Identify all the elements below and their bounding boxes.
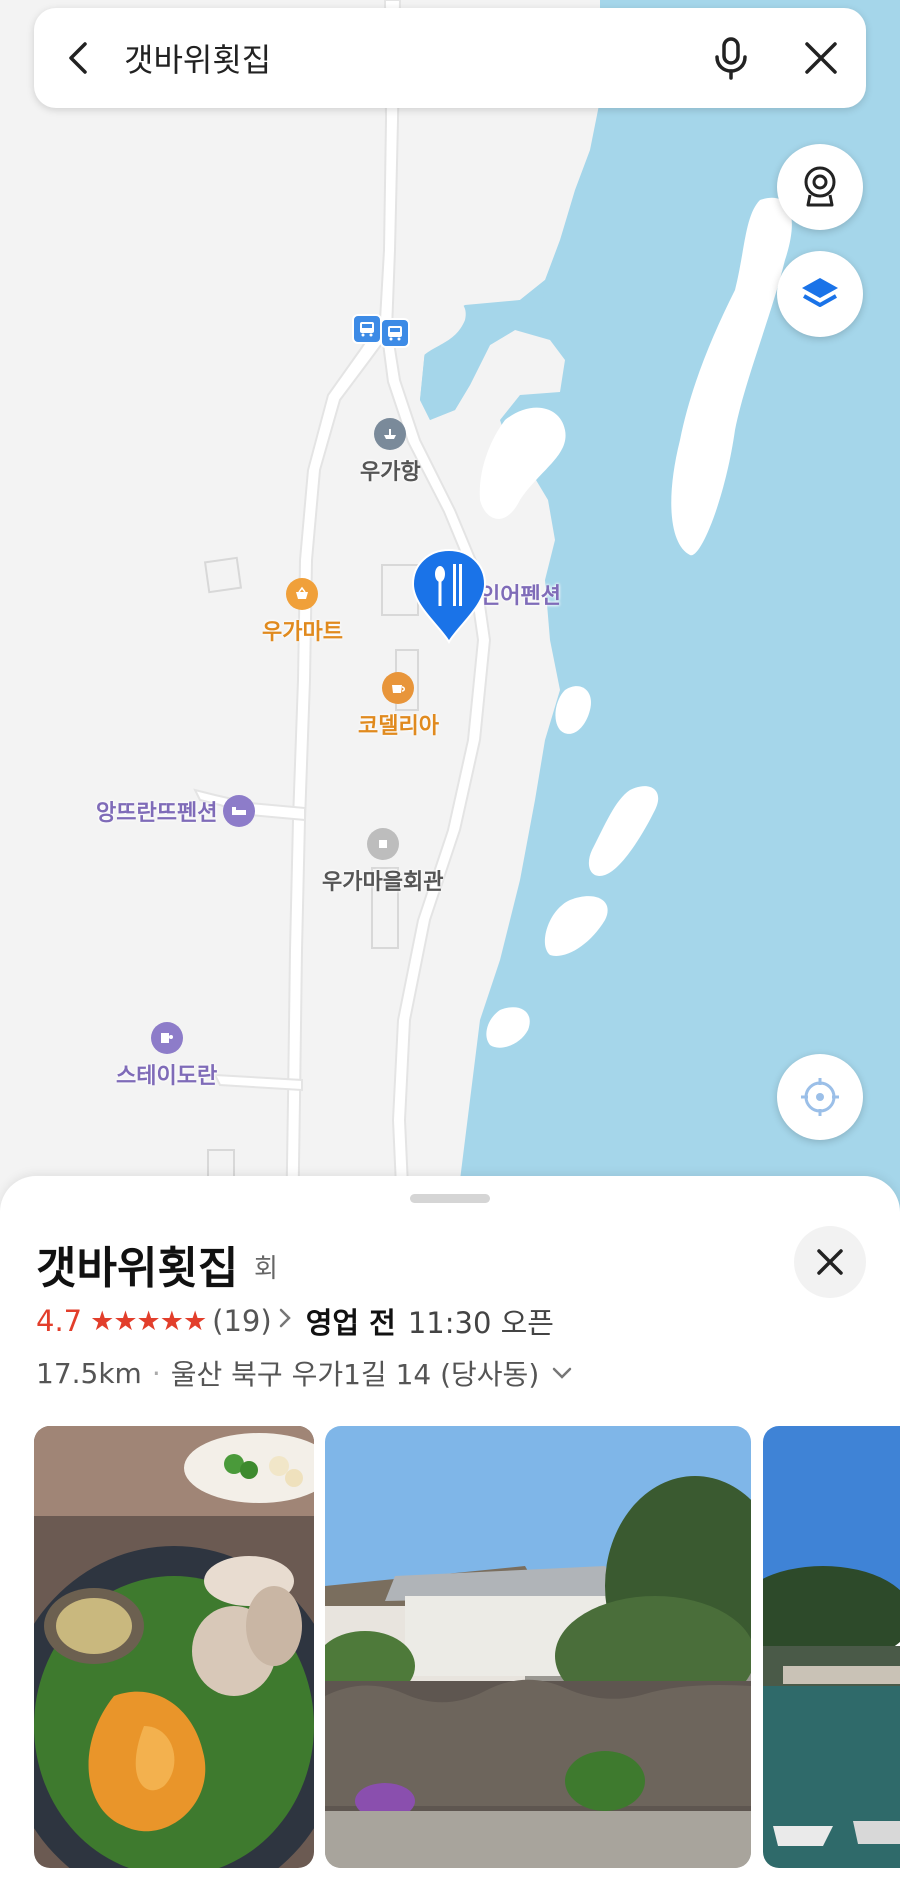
- place-marker-pin[interactable]: [410, 548, 488, 645]
- photo-harbor[interactable]: [763, 1426, 900, 1868]
- place-detail-sheet[interactable]: 갯바위횟집 회 4.7 ★★★★★ (19) 영업 전 11:30 오픈 17.…: [0, 1176, 900, 1892]
- chevron-right-icon[interactable]: [278, 1306, 292, 1336]
- poi-label: 우가마트: [262, 620, 343, 645]
- place-category: 회: [254, 1254, 278, 1284]
- chevron-down-icon[interactable]: [551, 1366, 573, 1380]
- business-status: 영업 전: [305, 1306, 396, 1340]
- map-view[interactable]: 우가항 우가마트 코델리아 앙뜨란뜨펜션 우가마을회관 스테이도란 인어펜션 갯…: [0, 0, 900, 1230]
- rating-score: 4.7: [36, 1304, 83, 1338]
- poi-label: 우가항: [360, 460, 421, 485]
- poi-label: 인어펜션: [480, 584, 561, 609]
- bus-stop-icon[interactable]: [352, 314, 382, 344]
- review-count-link[interactable]: (19): [212, 1304, 272, 1338]
- rating-row: 4.7 ★★★★★ (19) 영업 전 11:30 오픈: [36, 1300, 554, 1342]
- roadview-camera-icon: [804, 166, 836, 207]
- bed-icon: [223, 795, 256, 827]
- rating-stars: ★★★★★: [90, 1305, 207, 1337]
- distance: 17.5km: [36, 1356, 142, 1390]
- back-button[interactable]: [34, 8, 124, 108]
- map-layers-button[interactable]: [777, 251, 863, 337]
- close-sheet-button[interactable]: [794, 1226, 866, 1298]
- crosshair-icon: [801, 1078, 839, 1116]
- layers-icon: [802, 278, 838, 307]
- poi-cafe[interactable]: 코델리아: [358, 672, 439, 740]
- restaurant-pin-icon: [411, 548, 487, 645]
- chevron-left-icon: [69, 42, 87, 74]
- address-row[interactable]: 17.5km · 울산 북구 우가1길 14 (당사동): [36, 1353, 573, 1393]
- poi-harbor[interactable]: 우가항: [360, 418, 421, 486]
- photo-food[interactable]: [34, 1426, 314, 1868]
- shopping-basket-icon: [286, 578, 319, 610]
- poi-label: 스테이도란: [116, 1064, 218, 1089]
- poi-pension-1[interactable]: 앙뜨란뜨펜션: [96, 795, 256, 827]
- microphone-icon: [715, 37, 747, 80]
- poi-label: 앙뜨란뜨펜션: [96, 801, 218, 826]
- search-bar[interactable]: 갯바위횟집: [34, 8, 866, 108]
- search-query[interactable]: 갯바위횟집: [124, 35, 686, 81]
- poi-village-hall[interactable]: 우가마을회관: [322, 828, 443, 896]
- hotel-icon: [150, 1022, 183, 1054]
- poi-label: 코델리아: [358, 714, 439, 739]
- poi-label: 우가마을회관: [322, 870, 444, 895]
- poi-stay[interactable]: 스테이도란: [116, 1022, 217, 1090]
- building-icon: [366, 828, 399, 860]
- harbor-icon: [374, 418, 407, 450]
- separator-dot: ·: [151, 1356, 161, 1390]
- poi-pension-2[interactable]: 인어펜션: [480, 578, 561, 610]
- address: 울산 북구 우가1길 14 (당사동): [170, 1358, 540, 1391]
- place-name: 갯바위횟집: [36, 1243, 239, 1294]
- photo-exterior[interactable]: [325, 1426, 751, 1868]
- close-icon: [805, 42, 837, 74]
- current-location-button[interactable]: [777, 1054, 863, 1140]
- poi-mart[interactable]: 우가마트: [262, 578, 343, 646]
- clear-search-button[interactable]: [776, 8, 866, 108]
- sheet-drag-handle[interactable]: [410, 1194, 490, 1203]
- close-icon: [817, 1249, 843, 1275]
- opening-hours: 11:30 오픈: [407, 1306, 554, 1340]
- bus-stop-icon[interactable]: [380, 318, 410, 348]
- coffee-cup-icon: [382, 672, 415, 704]
- voice-search-button[interactable]: [686, 8, 776, 108]
- roadview-button[interactable]: [777, 144, 863, 230]
- photo-carousel[interactable]: [34, 1426, 900, 1868]
